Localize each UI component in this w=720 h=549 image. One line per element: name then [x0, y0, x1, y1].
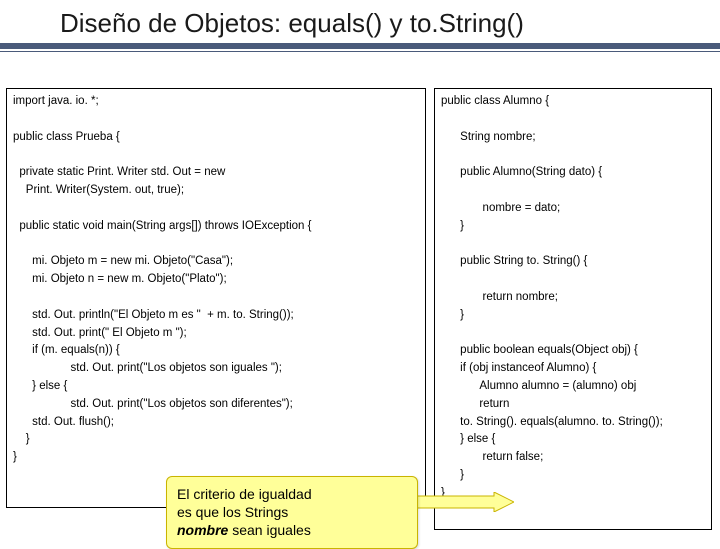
callout-text-2: es que los Strings: [177, 504, 288, 520]
title-underline: [0, 43, 720, 53]
callout-text-3: sean iguales: [228, 522, 311, 538]
slide-title: Diseño de Objetos: equals() y to.String(…: [60, 8, 690, 39]
code-left: import java. io. *; public class Prueba …: [6, 88, 426, 508]
callout-box: El criterio de igualdad es que los Strin…: [166, 476, 418, 549]
code-right: public class Alumno { String nombre; pub…: [434, 88, 712, 530]
callout-em: nombre: [177, 522, 228, 538]
content-area: import java. io. *; public class Prueba …: [6, 88, 714, 534]
title-area: Diseño de Objetos: equals() y to.String(…: [0, 0, 720, 53]
callout-text-1: El criterio de igualdad: [177, 486, 312, 502]
slide: Diseño de Objetos: equals() y to.String(…: [0, 0, 720, 540]
